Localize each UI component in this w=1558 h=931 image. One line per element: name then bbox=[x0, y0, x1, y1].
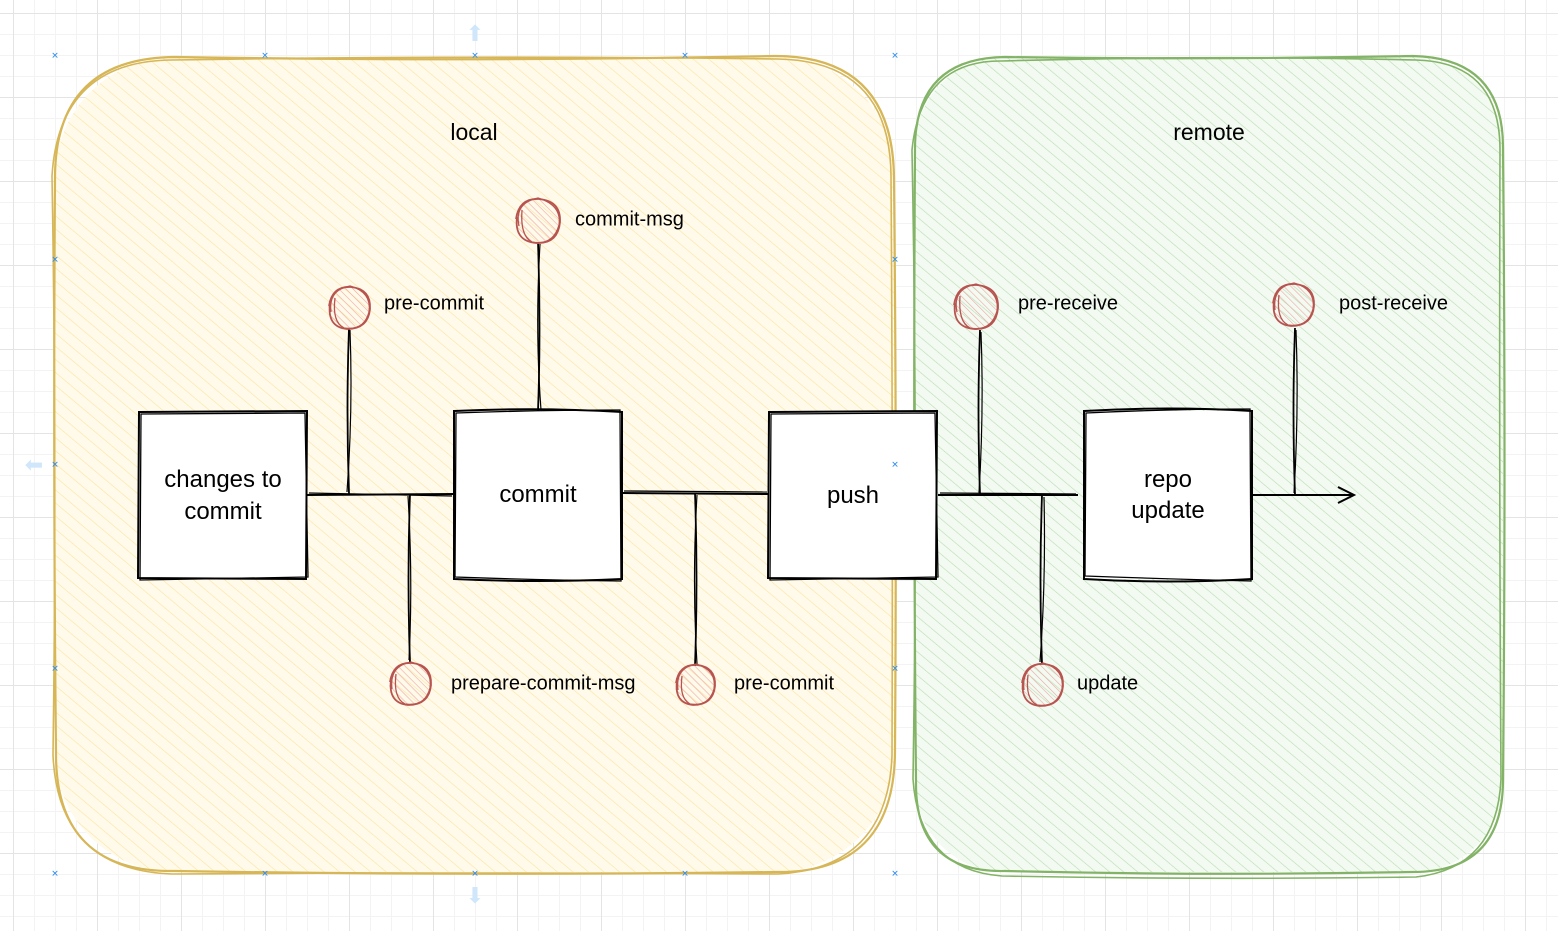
resize-handle-top-icon[interactable]: ✕ bbox=[471, 51, 479, 61]
resize-handle-right-icon[interactable]: ✕ bbox=[891, 664, 899, 674]
resize-handle-right-icon[interactable]: ✕ bbox=[891, 460, 899, 470]
hook-pre-receive-icon[interactable] bbox=[953, 283, 999, 330]
hook-commit-msg-icon[interactable] bbox=[515, 197, 561, 244]
repo-update-label: repo update bbox=[1131, 465, 1205, 524]
hook-pre-commit-top-icon[interactable] bbox=[328, 285, 371, 330]
hook-post-receive-icon[interactable] bbox=[1272, 282, 1315, 327]
resize-handle-left-icon[interactable]: ✕ bbox=[51, 460, 59, 470]
resize-handle-top-icon[interactable]: ✕ bbox=[681, 51, 689, 61]
hook-prepare-commit-msg-label: prepare-commit-msg bbox=[451, 672, 636, 695]
resize-handle-bottom-right-icon[interactable]: ✕ bbox=[891, 869, 899, 879]
hook-update-label: update bbox=[1077, 672, 1139, 695]
resize-handle-left-icon[interactable]: ✕ bbox=[51, 664, 59, 674]
connect-arrow-left-icon[interactable]: ⬅ bbox=[25, 454, 43, 476]
resize-handle-bottom-icon[interactable]: ✕ bbox=[471, 869, 479, 879]
resize-handle-top-left-icon[interactable]: ✕ bbox=[51, 51, 59, 61]
hook-pre-commit-bottom-icon[interactable] bbox=[675, 663, 716, 706]
remote-region-label: remote bbox=[1173, 119, 1245, 145]
hook-prepare-commit-msg-icon[interactable] bbox=[389, 661, 432, 706]
hook-commit-msg-label: commit-msg bbox=[575, 208, 684, 231]
hook-post-receive-label: post-receive bbox=[1339, 292, 1448, 315]
connect-arrow-up-icon[interactable]: ⬆ bbox=[466, 23, 484, 45]
changes-to-commit-label: changes to commit bbox=[164, 466, 282, 525]
resize-handle-bottom-left-icon[interactable]: ✕ bbox=[51, 869, 59, 879]
resize-handle-bottom-icon[interactable]: ✕ bbox=[681, 869, 689, 879]
resize-handle-top-right-icon[interactable]: ✕ bbox=[891, 51, 899, 61]
hook-pre-commit-bottom-label: pre-commit bbox=[734, 672, 835, 695]
resize-handle-top-icon[interactable]: ✕ bbox=[261, 51, 269, 61]
local-region-label: local bbox=[450, 119, 498, 145]
resize-handle-bottom-icon[interactable]: ✕ bbox=[261, 869, 269, 879]
hook-pre-receive-label: pre-receive bbox=[1018, 292, 1119, 315]
push-label: push bbox=[826, 481, 880, 509]
hook-update-icon[interactable] bbox=[1021, 662, 1064, 707]
connect-arrow-down-icon[interactable]: ⬇ bbox=[466, 885, 484, 907]
commit-label: commit bbox=[499, 481, 577, 509]
hook-pre-commit-top-label: pre-commit bbox=[384, 292, 485, 315]
resize-handle-left-icon[interactable]: ✕ bbox=[51, 255, 59, 265]
resize-handle-right-icon[interactable]: ✕ bbox=[891, 255, 899, 265]
